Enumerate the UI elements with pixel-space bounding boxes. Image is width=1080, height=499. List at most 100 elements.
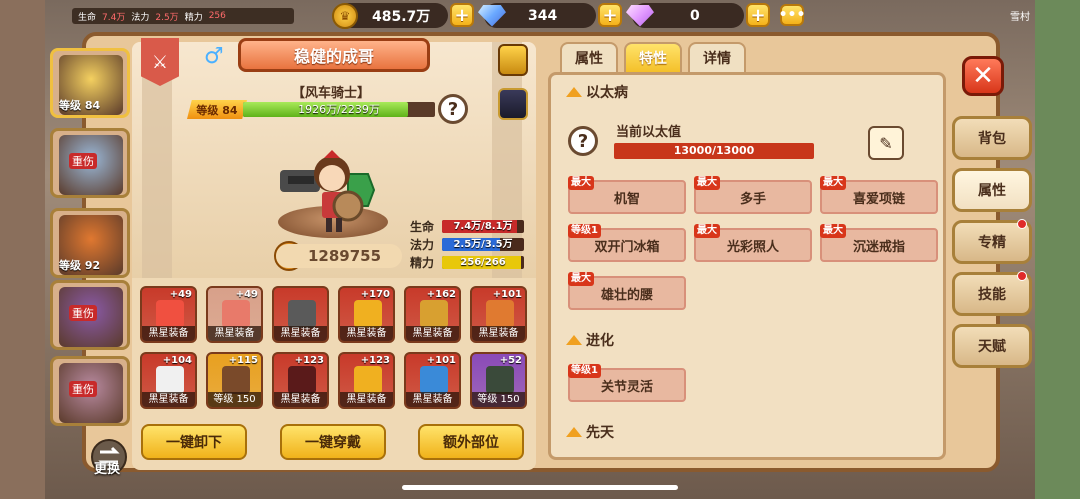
hero-stat-label: 精力 <box>410 255 435 270</box>
trait-name: 关节灵活 <box>600 379 653 395</box>
trait-item[interactable]: 最大 雄壮的腰 <box>568 272 686 310</box>
equipment-item-icon <box>288 300 316 328</box>
equipment-enhance-level: +115 <box>228 355 258 366</box>
trait-item[interactable]: 等级1 双开门冰箱 <box>568 224 686 262</box>
more-menu-button[interactable]: ••• <box>779 4 805 26</box>
close-button[interactable]: ✕ <box>962 56 1004 96</box>
add-pink-gem-button[interactable]: + <box>746 3 770 27</box>
village-label: 雪村 <box>1010 12 1030 23</box>
collapse-triangle-icon <box>566 87 582 97</box>
trait-item[interactable]: 最大 机智 <box>568 176 686 214</box>
equipment-slot[interactable]: +49 黑星装备 <box>140 286 197 343</box>
trait-name: 喜爱项链 <box>852 191 905 207</box>
notification-dot-icon <box>1017 219 1027 229</box>
equipment-slot[interactable]: +104 黑星装备 <box>140 352 197 409</box>
extra-slots-button[interactable]: 额外部位 <box>418 424 524 460</box>
hero-help-icon[interactable]: ? <box>438 94 468 124</box>
trait-name: 机智 <box>613 191 640 207</box>
ether-section-header[interactable]: 以太病 <box>566 82 628 102</box>
equipment-label: 黑星装备 <box>406 326 459 341</box>
male-gender-icon: ♂ <box>204 44 224 69</box>
edit-pencil-icon[interactable]: ✎ <box>868 126 904 160</box>
diamond-icon <box>478 4 506 27</box>
hero-portrait[interactable]: 等级 84 <box>50 48 130 118</box>
xp-text: 1926万/2239万 <box>298 103 380 116</box>
trait-name: 双开门冰箱 <box>594 239 660 255</box>
side-tab-mastery[interactable]: 专精 <box>952 219 1032 264</box>
hero-portrait[interactable]: 等级 92 <box>50 208 130 278</box>
scroll-icon[interactable] <box>498 44 528 76</box>
diamond-currency: 344 <box>478 3 596 28</box>
equipment-enhance-level: +101 <box>492 289 522 300</box>
equipment-enhance-level: +104 <box>162 355 192 366</box>
evolution-section-header[interactable]: 进化 <box>566 330 614 350</box>
hud-sp-label: 精力 <box>184 12 203 23</box>
armor-icon[interactable] <box>498 88 528 120</box>
hero-name[interactable]: 稳健的成哥 <box>238 38 430 72</box>
pink-gem-amount: 0 <box>690 7 700 24</box>
trait-item[interactable]: 最大 光彩照人 <box>694 224 812 262</box>
equip-all-button[interactable]: 一键穿戴 <box>280 424 386 460</box>
equipment-item-icon <box>222 366 250 394</box>
hero-title: 【风车骑士】 <box>292 86 371 101</box>
background-left-edge <box>0 0 45 499</box>
equipment-label: 黑星装备 <box>274 392 327 407</box>
combat-power: 1289755 <box>276 244 402 268</box>
unequip-all-button[interactable]: 一键卸下 <box>141 424 247 460</box>
hero-portrait[interactable]: 重伤 <box>50 128 130 198</box>
hud-mp-value: 2.5万 <box>155 12 179 23</box>
equipment-slot[interactable]: +52 等级 150 <box>470 352 527 409</box>
equipment-label: 黑星装备 <box>208 326 261 341</box>
add-gold-button[interactable]: + <box>450 3 474 27</box>
trait-level-tag: 最大 <box>820 224 846 238</box>
side-tab-skills[interactable]: 技能 <box>952 271 1032 316</box>
equipment-label: 黑星装备 <box>406 392 459 407</box>
class-badge-icon[interactable]: ⚔ <box>141 38 179 86</box>
ether-help-icon[interactable]: ? <box>568 126 598 156</box>
hero-portrait[interactable]: 重伤 <box>50 356 130 426</box>
trait-item[interactable]: 最大 沉迷戒指 <box>820 224 938 262</box>
hero-stat-row: 法力 2.5万/3.5万 <box>410 237 526 252</box>
side-tab-backpack[interactable]: 背包 <box>952 116 1032 160</box>
equipment-slot[interactable]: +115 等级 150 <box>206 352 263 409</box>
swap-hero-label[interactable]: 更换 <box>94 458 120 477</box>
tab-traits[interactable]: 特性 <box>624 42 682 72</box>
equipment-item-icon <box>486 300 514 328</box>
hero-portrait[interactable]: 重伤 <box>50 280 130 350</box>
equipment-slot[interactable]: 黑星装备 <box>272 286 329 343</box>
collapse-triangle-icon <box>566 335 582 345</box>
add-diamond-button[interactable]: + <box>598 3 622 27</box>
tab-attributes[interactable]: 属性 <box>560 42 618 72</box>
equipment-label: 黑星装备 <box>340 326 393 341</box>
side-tab-label: 属性 <box>978 183 1006 199</box>
trait-level-tag: 等级1 <box>568 224 601 238</box>
trait-level-tag: 最大 <box>568 272 594 286</box>
side-tab-talents[interactable]: 天赋 <box>952 324 1032 368</box>
collapse-triangle-icon <box>566 427 582 437</box>
notification-dot-icon <box>1017 271 1027 281</box>
hero-wound-badge: 重伤 <box>69 381 97 397</box>
trait-item[interactable]: 最大 多手 <box>694 176 812 214</box>
equipment-label: 黑星装备 <box>472 326 525 341</box>
equipment-slot[interactable]: +101 黑星装备 <box>470 286 527 343</box>
hero-stat-bar: 256/266 <box>442 255 524 269</box>
equipment-slot[interactable]: +123 黑星装备 <box>272 352 329 409</box>
level-bar: 等级 84 1926万/2239万 <box>187 100 435 119</box>
equipment-slot[interactable]: +123 黑星装备 <box>338 352 395 409</box>
tab-details[interactable]: 详情 <box>688 42 746 72</box>
equipment-label: 等级 150 <box>472 392 525 407</box>
equipment-slot[interactable]: +101 黑星装备 <box>404 352 461 409</box>
equipment-slot[interactable]: +162 黑星装备 <box>404 286 461 343</box>
equipment-item-icon <box>354 366 382 394</box>
equipment-item-icon <box>354 300 382 328</box>
equipment-item-icon <box>420 300 448 328</box>
equipment-slot[interactable]: +170 黑星装备 <box>338 286 395 343</box>
side-tab-attributes[interactable]: 属性 <box>952 168 1032 212</box>
evolution-trait-item[interactable]: 等级1 关节灵活 <box>568 364 686 402</box>
innate-section-header[interactable]: 先天 <box>566 422 614 442</box>
equipment-slot[interactable]: +49 黑星装备 <box>206 286 263 343</box>
hero-stat-row: 精力 256/266 <box>410 255 526 270</box>
home-indicator <box>402 485 678 490</box>
trait-item[interactable]: 最大 喜爱项链 <box>820 176 938 214</box>
hud-sp-value: 256 <box>208 11 226 21</box>
